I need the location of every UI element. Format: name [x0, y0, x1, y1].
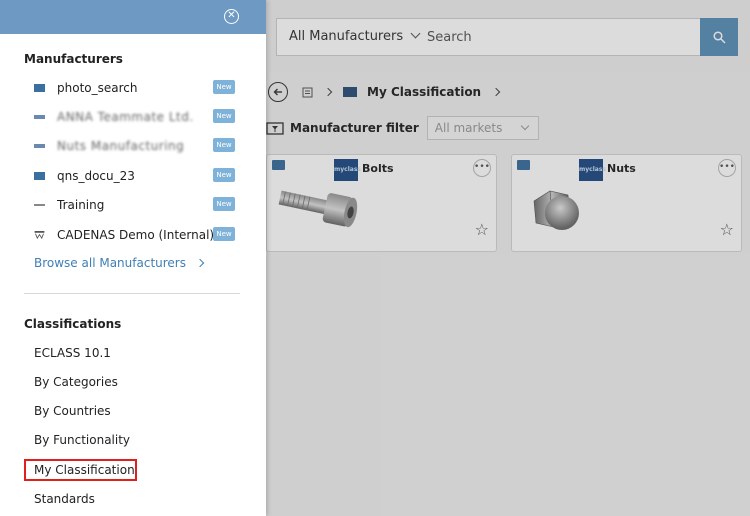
chevron-right-icon [195, 258, 205, 268]
manufacturer-item-training[interactable]: Training New [34, 195, 244, 215]
close-icon[interactable]: ✕ [224, 9, 239, 24]
browse-all-label: Browse all Manufacturers [34, 256, 186, 270]
classification-item-by-functionality[interactable]: By Functionality [34, 433, 130, 447]
manufacturer-logo-icon [34, 172, 45, 180]
new-badge: New [213, 227, 235, 241]
manufacturer-item-blurred-1[interactable]: ANNA Teammate Ltd. New [34, 107, 244, 127]
classifications-heading: Classifications [24, 317, 122, 331]
manufacturer-item-qns-docu-23[interactable]: qns_docu_23 New [34, 166, 244, 186]
new-badge: New [213, 109, 235, 123]
new-badge: New [213, 197, 235, 211]
highlight-box [24, 459, 137, 481]
new-badge: New [213, 80, 235, 94]
panel-header: ✕ [0, 0, 266, 34]
divider [24, 293, 240, 294]
manufacturers-heading: Manufacturers [24, 52, 123, 66]
classification-item-standards[interactable]: Standards [34, 492, 95, 506]
manufacturer-item-photo-search[interactable]: photo_search New [34, 78, 244, 98]
classification-item-by-categories[interactable]: By Categories [34, 375, 118, 389]
manufacturer-logo-icon [34, 204, 45, 206]
navigation-panel: ✕ Manufacturers photo_search New ANNA Te… [0, 0, 266, 516]
cadenas-logo-icon [34, 231, 45, 239]
manufacturer-item-cadenas-demo[interactable]: CADENAS Demo (Internal) New [34, 225, 244, 245]
manufacturer-logo-icon [34, 115, 45, 119]
manufacturer-item-blurred-2[interactable]: Nuts Manufacturing New [34, 136, 244, 156]
new-badge: New [213, 138, 235, 152]
classification-item-by-countries[interactable]: By Countries [34, 404, 111, 418]
manufacturer-logo-icon [34, 84, 45, 92]
classification-item-eclass[interactable]: ECLASS 10.1 [34, 346, 111, 360]
browse-all-manufacturers-link[interactable]: Browse all Manufacturers [34, 256, 205, 270]
new-badge: New [213, 168, 235, 182]
manufacturer-logo-icon [34, 144, 45, 148]
